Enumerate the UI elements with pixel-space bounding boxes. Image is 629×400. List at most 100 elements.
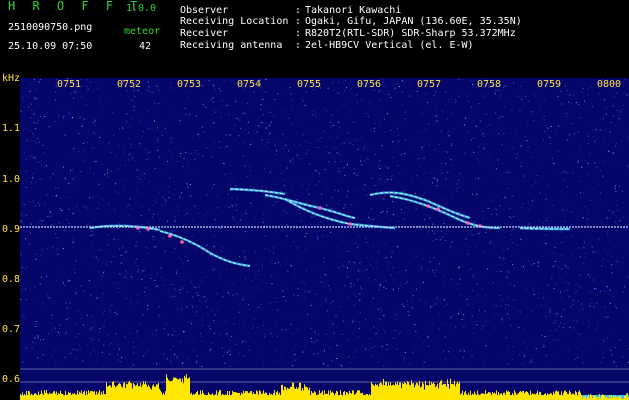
spectrogram-background — [20, 78, 629, 400]
level-bar — [225, 394, 226, 400]
noise-dot — [352, 121, 354, 123]
noise-dot — [185, 152, 187, 154]
noise-dot — [608, 229, 610, 231]
level-bar — [99, 390, 100, 400]
noise-dot — [307, 138, 309, 140]
noise-dot — [415, 330, 417, 332]
noise-dot — [218, 277, 220, 279]
level-bar — [405, 383, 406, 400]
noise-dot — [390, 274, 392, 276]
noise-dot — [330, 212, 332, 214]
noise-dot — [212, 119, 214, 121]
noise-dot — [450, 158, 452, 160]
level-bar — [232, 390, 233, 400]
level-bar — [36, 394, 37, 400]
noise-dot — [50, 330, 52, 332]
noise-dot — [583, 247, 585, 249]
noise-dot — [540, 347, 542, 349]
noise-dot — [258, 349, 259, 351]
noise-dot — [232, 206, 233, 208]
level-bar — [438, 388, 439, 400]
noise-dot — [118, 359, 120, 361]
level-bar — [320, 393, 321, 400]
noise-dot — [535, 340, 537, 342]
noise-dot — [596, 166, 597, 168]
level-bar — [102, 394, 103, 400]
noise-dot — [558, 266, 559, 268]
noise-dot — [55, 233, 57, 235]
noise-dot — [162, 196, 164, 198]
noise-dot — [555, 320, 557, 322]
noise-dot — [423, 361, 425, 363]
noise-dot — [584, 340, 586, 342]
noise-dot — [37, 335, 39, 337]
noise-dot — [195, 311, 197, 313]
level-bar — [74, 392, 75, 400]
noise-dot — [93, 132, 95, 134]
noise-dot — [470, 139, 472, 141]
noise-dot — [340, 143, 342, 145]
noise-dot — [137, 90, 139, 92]
noise-dot — [35, 167, 37, 169]
noise-dot — [443, 274, 445, 276]
noise-dot — [61, 209, 63, 211]
noise-dot — [432, 240, 434, 242]
noise-dot — [158, 103, 160, 105]
noise-dot — [506, 276, 508, 278]
y-tick-label: 0.7 — [2, 324, 21, 335]
noise-dot — [336, 137, 338, 139]
noise-dot — [466, 95, 468, 97]
noise-dot — [252, 326, 254, 328]
noise-dot — [21, 314, 23, 316]
level-bar — [48, 394, 49, 400]
level-bar — [70, 392, 71, 400]
noise-dot — [437, 178, 438, 180]
noise-dot — [327, 365, 329, 366]
noise-dot — [242, 155, 244, 157]
noise-dot — [589, 276, 591, 278]
noise-dot — [69, 350, 71, 352]
noise-dot — [416, 175, 418, 177]
level-bar — [344, 391, 345, 400]
noise-dot — [467, 270, 469, 272]
level-bar — [411, 380, 412, 400]
noise-dot — [150, 278, 152, 279]
noise-dot — [557, 253, 559, 255]
level-bar — [573, 393, 574, 400]
noise-dot — [380, 307, 382, 309]
noise-dot — [186, 306, 188, 308]
capture-datetime: 25.10.09 07:50 — [8, 41, 93, 52]
noise-dot — [423, 157, 425, 159]
noise-dot — [304, 236, 306, 237]
noise-dot — [144, 352, 146, 354]
noise-dot — [490, 240, 492, 242]
noise-dot — [498, 281, 500, 283]
noise-dot — [167, 160, 169, 162]
noise-dot — [282, 148, 284, 149]
noise-dot — [47, 293, 49, 295]
level-bar — [494, 392, 495, 400]
noise-dot — [232, 294, 234, 296]
noise-dot — [146, 308, 148, 310]
noise-dot — [506, 188, 508, 189]
noise-dot — [290, 355, 292, 357]
level-bar — [122, 387, 123, 400]
level-bar — [356, 392, 357, 400]
noise-dot — [128, 138, 130, 140]
noise-dot — [64, 356, 66, 358]
noise-dot — [390, 256, 392, 258]
noise-dot — [235, 256, 237, 258]
noise-dot — [263, 212, 265, 214]
noise-dot — [285, 263, 287, 265]
noise-dot — [400, 282, 402, 284]
noise-dot — [192, 319, 194, 321]
noise-dot — [260, 304, 262, 306]
level-bar — [299, 383, 300, 400]
noise-dot — [562, 224, 564, 226]
x-tick-label: 0755 — [297, 79, 322, 90]
noise-dot — [94, 160, 96, 162]
noise-dot — [547, 284, 549, 286]
noise-dot — [334, 189, 336, 191]
noise-dot — [440, 162, 442, 164]
noise-dot — [248, 132, 249, 134]
